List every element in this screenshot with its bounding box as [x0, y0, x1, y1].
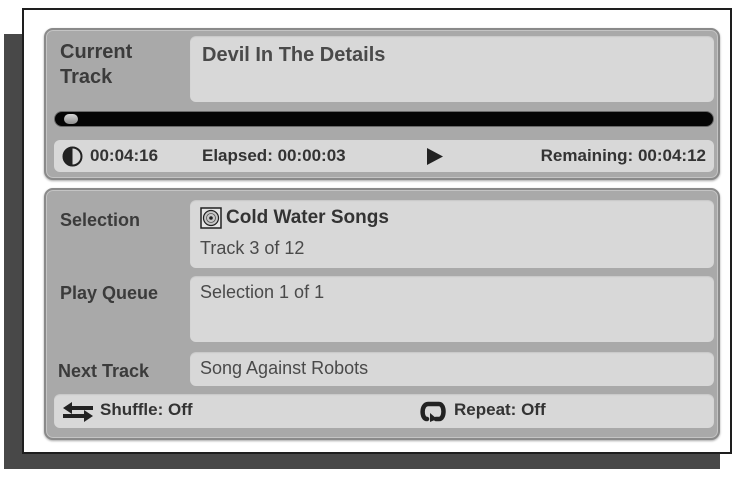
play-queue-value: Selection 1 of 1 [200, 282, 325, 302]
play-queue-field[interactable]: Selection 1 of 1 [190, 276, 714, 342]
repeat-label: Repeat: Off [454, 400, 546, 419]
shuffle-label: Shuffle: Off [100, 400, 193, 419]
selection-track: Track 3 of 12 [200, 238, 305, 258]
play-queue-label: Play Queue [60, 283, 159, 303]
controls-row: Shuffle: Off Repeat: Off [54, 394, 714, 428]
next-track-label: Next Track [58, 361, 150, 381]
status-row: 00:04:16 Elapsed: 00:00:03 Remaining: 00… [54, 140, 714, 172]
shuffle-icon [63, 402, 93, 422]
repeat-icon [420, 401, 446, 422]
repeat-toggle[interactable]: Repeat: Off [414, 394, 714, 428]
shuffle-toggle[interactable]: Shuffle: Off [54, 394, 354, 428]
track-title-field: Devil In The Details [190, 36, 714, 102]
now-playing-panel: Current Track Devil In The Details 00:04… [44, 28, 720, 180]
clock-icon [62, 146, 83, 167]
track-title: Devil In The Details [202, 44, 386, 66]
progress-knob[interactable] [64, 114, 78, 124]
selection-field[interactable]: Cold Water Songs Track 3 of 12 [190, 200, 714, 268]
queue-panel: Selection Cold Water Songs Track 3 of 12… [44, 188, 720, 440]
selection-name: Cold Water Songs [226, 207, 389, 228]
progress-bar[interactable] [54, 111, 714, 127]
track-duration: 00:04:16 [90, 146, 159, 165]
play-icon[interactable] [426, 147, 444, 166]
current-track-label: Current Track [60, 41, 133, 88]
disc-icon [200, 207, 222, 229]
next-track-field[interactable]: Song Against Robots [190, 352, 714, 386]
next-track-value: Song Against Robots [200, 358, 369, 378]
selection-label: Selection [60, 210, 141, 230]
elapsed-time: Elapsed: 00:00:03 [202, 146, 346, 165]
remaining-time: Remaining: 00:04:12 [540, 146, 706, 165]
